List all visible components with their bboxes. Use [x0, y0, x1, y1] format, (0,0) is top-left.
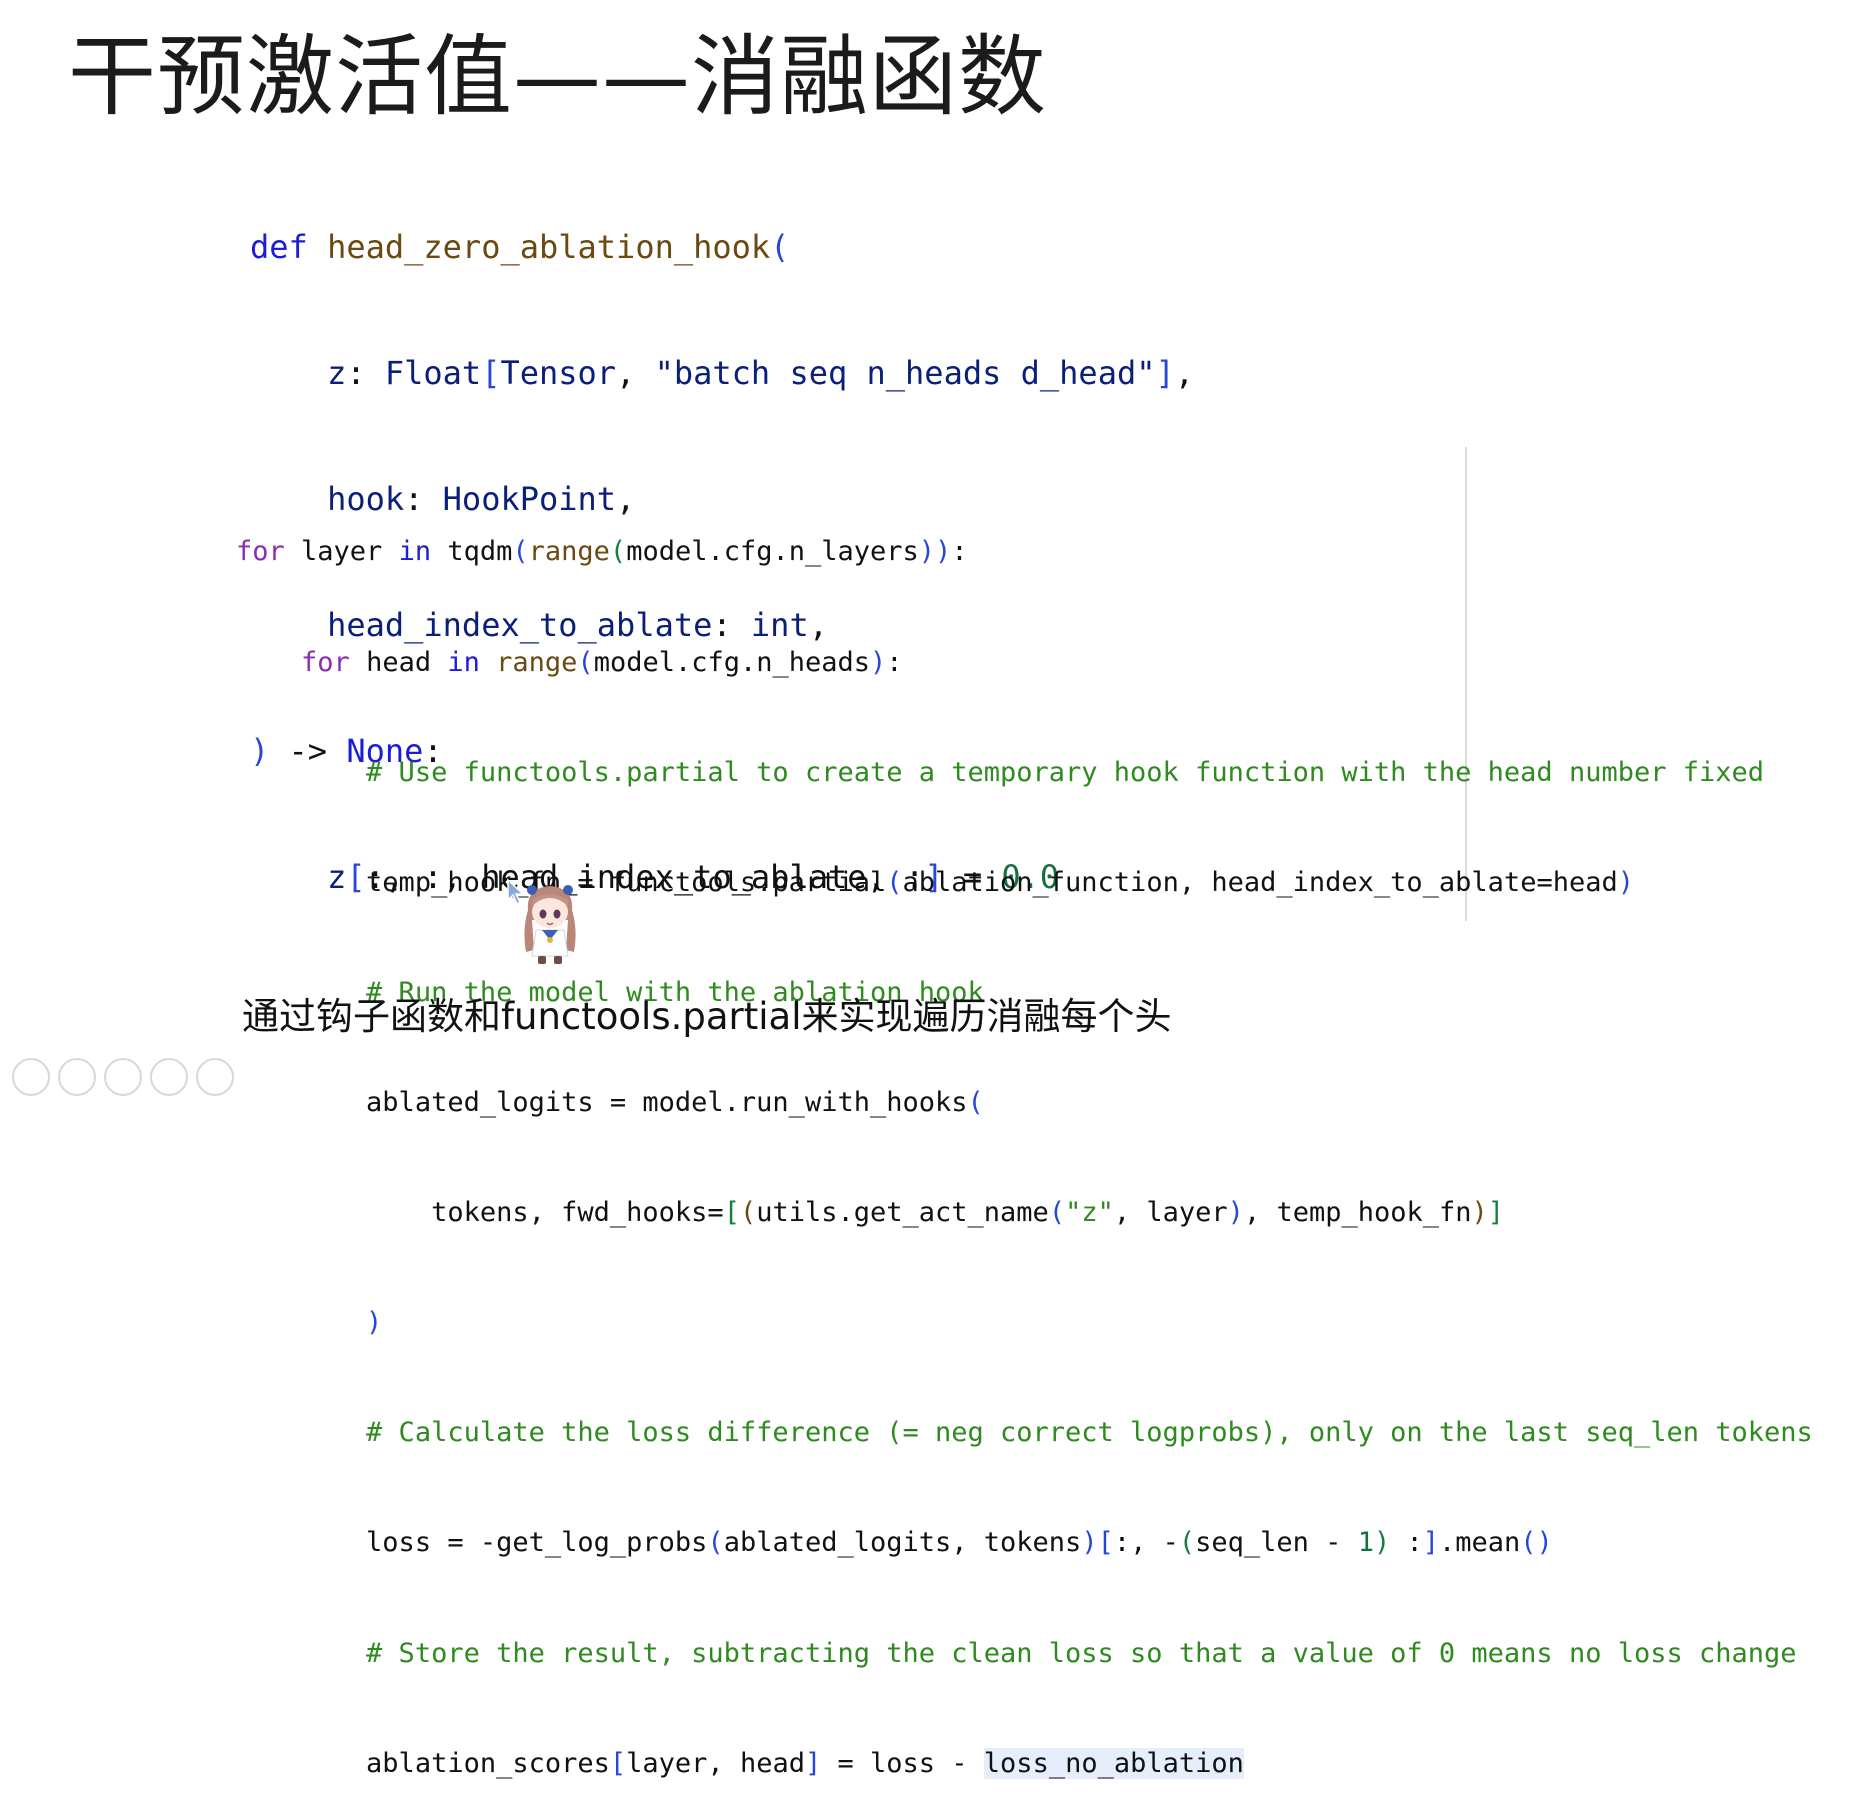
code-token: 1 — [1357, 1527, 1374, 1559]
code-token: , layer — [1113, 1197, 1228, 1229]
code-token: temp_hook_fn = functools.partial — [366, 866, 887, 898]
code-token: range — [479, 646, 578, 678]
code-token: .mean — [1439, 1527, 1521, 1559]
code-token: ) — [870, 646, 887, 678]
code-token: utils.get_act_name — [756, 1197, 1049, 1229]
code-token: ablation_scores — [366, 1747, 610, 1779]
code-token: [ — [609, 1747, 627, 1779]
code-token: ( — [577, 646, 594, 678]
slide-title: 干预激活值——消融函数 — [68, 25, 1048, 128]
code-line: for layer in tqdm(range(model.cfg.n_laye… — [236, 534, 1813, 571]
code-token: ( — [1048, 1197, 1066, 1229]
code-token: ablation_function, head_index_to_ablate=… — [902, 866, 1618, 898]
code-token-highlighted: loss_no_ablation — [983, 1747, 1244, 1779]
code-token: ( — [707, 1527, 724, 1559]
code-token: )) — [918, 536, 952, 568]
slide-caption: 通过钩子函数和functools.partial来实现遍历消融每个头 — [242, 995, 1172, 1038]
code-token: ] — [1487, 1197, 1505, 1229]
code-token: ablated_logits, tokens — [723, 1527, 1082, 1559]
code-token: Float — [384, 354, 482, 392]
code-token: head — [349, 646, 448, 678]
code-token: ) — [1471, 1197, 1488, 1229]
zoom-icon[interactable] — [150, 1058, 188, 1096]
code-token: ablated_logits = model.run_with_hooks — [366, 1086, 968, 1118]
code-token: , temp_hook_fn — [1243, 1197, 1472, 1229]
code-comment: # Store the result, subtracting the clea… — [236, 1636, 1813, 1673]
code-token: ] — [1422, 1527, 1440, 1559]
copy-icon[interactable] — [104, 1058, 142, 1096]
code-block-ablation-loop: for layer in tqdm(range(model.cfg.n_laye… — [236, 461, 1813, 1819]
code-token: : — [886, 646, 903, 678]
code-line: temp_hook_fn = functools.partial(ablatio… — [236, 865, 1813, 902]
code-token: [ — [481, 354, 501, 392]
code-token: : — [346, 354, 385, 392]
code-token: : — [951, 536, 968, 568]
code-token: ( — [609, 536, 627, 568]
code-token: model.cfg.n_layers — [626, 536, 919, 568]
code-token: ) — [1227, 1197, 1244, 1229]
code-line: ) — [236, 1305, 1813, 1342]
code-token: tokens, fwd_hooks= — [431, 1197, 724, 1229]
code-token: , — [616, 354, 655, 392]
code-token: ) — [1081, 1527, 1098, 1559]
code-token: in — [447, 646, 480, 678]
code-comment: # Calculate the loss difference (= neg c… — [236, 1415, 1813, 1452]
code-token: :, - — [1113, 1527, 1179, 1559]
code-line: def head_zero_ablation_hook( — [250, 226, 1194, 268]
code-token: [ — [1097, 1527, 1114, 1559]
code-token: loss = -get_log_probs — [366, 1527, 708, 1559]
code-token: tqdm — [431, 536, 513, 568]
slide-toolbar — [0, 1046, 260, 1096]
code-token: for — [236, 536, 285, 568]
code-token: [ — [723, 1197, 740, 1229]
code-token: # Calculate the loss difference (= neg c… — [366, 1417, 1813, 1449]
code-token: head_zero_ablation_hook — [327, 228, 771, 266]
code-token: ] — [804, 1747, 822, 1779]
code-token: seq_len - — [1195, 1527, 1358, 1559]
code-token: ( — [886, 866, 903, 898]
code-comment: # Use functools.partial to create a temp… — [236, 755, 1813, 792]
code-token: Tensor — [500, 354, 617, 392]
code-line: loss = -get_log_probs(ablated_logits, to… — [236, 1525, 1813, 1562]
code-token: ( — [739, 1197, 757, 1229]
code-token: range — [528, 536, 610, 568]
code-token: in — [398, 536, 432, 568]
code-token: z — [327, 354, 347, 392]
code-token: # Use functools.partial to create a temp… — [366, 756, 1765, 788]
code-token: ) — [1617, 866, 1634, 898]
code-token: ( — [967, 1086, 984, 1118]
code-line: ablation_scores[layer, head] = loss - lo… — [236, 1746, 1813, 1783]
code-token: () — [1520, 1527, 1553, 1559]
code-token: "z" — [1065, 1197, 1114, 1229]
anime-mascot-icon — [524, 885, 576, 964]
code-token: for — [301, 646, 350, 678]
code-token: ( — [770, 228, 790, 266]
code-line: ablated_logits = model.run_with_hooks( — [236, 1085, 1813, 1122]
code-token: ] — [1155, 354, 1175, 392]
code-token: ) — [1373, 1527, 1391, 1559]
pen-icon[interactable] — [58, 1058, 96, 1096]
code-line: for head in range(model.cfg.n_heads): — [236, 645, 1813, 682]
code-token: : — [1390, 1527, 1423, 1559]
code-token: , — [1174, 354, 1195, 392]
code-token: # Store the result, subtracting the clea… — [366, 1637, 1797, 1669]
code-line: tokens, fwd_hooks=[(utils.get_act_name("… — [236, 1195, 1813, 1232]
code-token: ( — [1178, 1527, 1196, 1559]
code-token: layer, head — [626, 1747, 805, 1779]
code-line: z: Float[Tensor, "batch seq n_heads d_he… — [250, 352, 1194, 394]
code-token: ) — [366, 1307, 383, 1339]
code-token: ( — [512, 536, 529, 568]
code-token: model.cfg.n_heads — [593, 646, 871, 678]
code-token: layer — [284, 536, 399, 568]
code-token: = loss - — [821, 1747, 984, 1779]
play-icon[interactable] — [12, 1058, 50, 1096]
code-token: "batch seq n_heads d_head" — [654, 354, 1156, 392]
more-icon[interactable] — [196, 1058, 234, 1096]
code-token: def — [250, 228, 308, 266]
